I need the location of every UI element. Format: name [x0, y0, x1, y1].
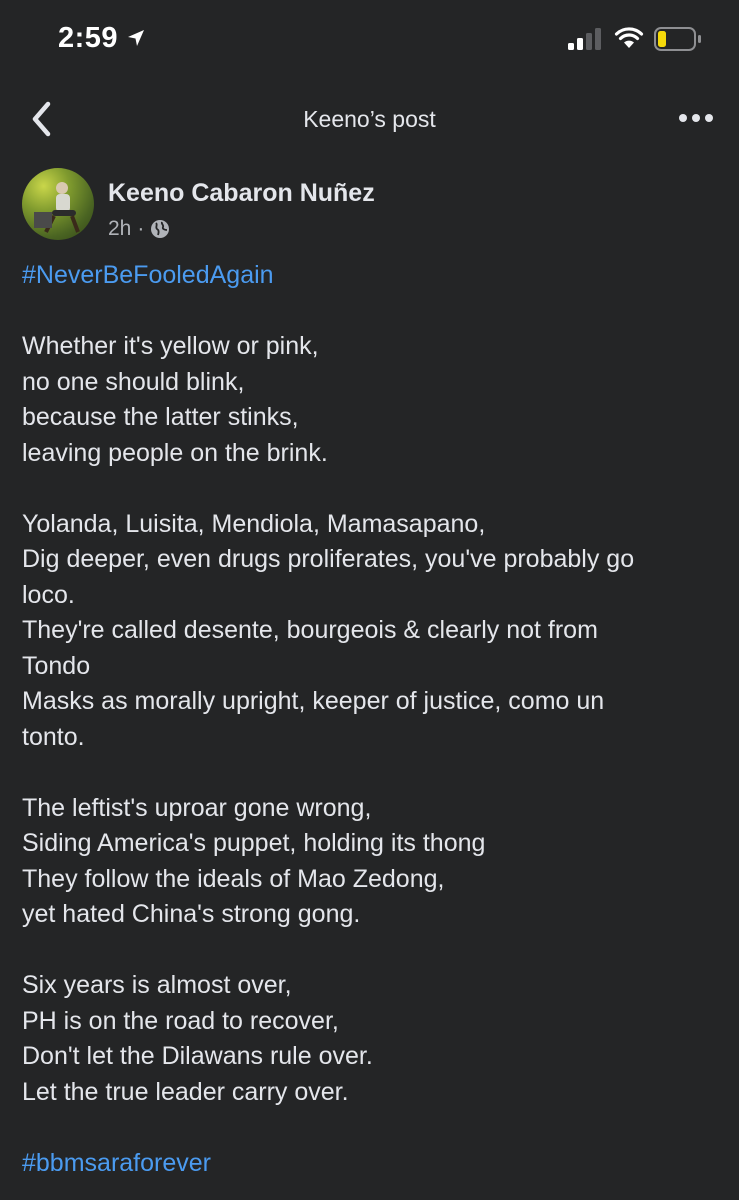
page-title: Keeno’s post — [303, 106, 436, 132]
poem-line: tonto. — [22, 722, 85, 751]
poem-line: Let the true leader carry over. — [22, 1077, 349, 1106]
avatar[interactable] — [22, 168, 94, 240]
poem-line: Tondo — [22, 651, 91, 680]
post-meta: 2h · — [108, 217, 170, 241]
battery-low-icon — [654, 27, 701, 51]
stanza-4: Six years is almost over, PH is on the r… — [22, 968, 722, 1110]
author-name[interactable]: Keeno Cabaron Nuñez — [108, 179, 375, 208]
poem-line: Whether it's yellow or pink, — [22, 332, 319, 360]
poem-line: leaving people on the brink. — [22, 438, 328, 467]
status-time: 2:59 — [58, 22, 119, 54]
cellular-signal-icon — [568, 28, 601, 50]
avatar-image — [34, 182, 80, 233]
nav-bar: Keeno’s post — [0, 90, 739, 148]
meta-separator: · — [137, 217, 145, 240]
post-header: Keeno Cabaron Nuñez 2h · — [22, 168, 722, 244]
poem-line: Six years is almost over, — [22, 971, 292, 999]
location-arrow-icon — [128, 30, 144, 46]
globe-icon — [151, 220, 170, 238]
stanza-gap — [22, 933, 722, 969]
poem-line: PH is on the road to recover, — [22, 1006, 339, 1035]
status-bar: 2:59 — [0, 0, 739, 80]
poem-line: They're called desente, bourgeois & clea… — [22, 616, 598, 644]
wifi-icon — [614, 27, 644, 48]
poem-line: Dig deeper, even drugs proliferates, you… — [22, 545, 635, 573]
stanza-gap — [22, 471, 722, 507]
poem-line: yet hated China's strong gong. — [22, 900, 361, 928]
poem-line: Masks as morally upright, keeper of just… — [22, 687, 605, 715]
post-body: #NeverBeFooledAgain Whether it's yellow … — [22, 258, 722, 1181]
stanza-gap — [22, 294, 722, 330]
poem-line: The leftist's uproar gone wrong, — [22, 793, 372, 822]
hashtag-link[interactable]: #bbmsaraforever — [22, 1146, 722, 1182]
poem-line: no one should blink, — [22, 367, 245, 396]
poem-line: They follow the ideals of Mao Zedong, — [22, 864, 445, 893]
stanza-gap — [22, 755, 722, 791]
stanza-gap — [22, 1110, 722, 1146]
poem-line: Don't let the Dilawans rule over. — [22, 1042, 373, 1070]
more-options-button[interactable] — [676, 106, 716, 130]
post-time[interactable]: 2h — [108, 217, 131, 241]
poem-line: loco. — [22, 580, 75, 609]
poem-line: because the latter stinks, — [22, 403, 299, 431]
stanza-2: Yolanda, Luisita, Mendiola, Mamasapano, … — [22, 507, 722, 756]
hashtag-link[interactable]: #NeverBeFooledAgain — [22, 258, 722, 294]
poem-line: Yolanda, Luisita, Mendiola, Mamasapano, — [22, 509, 486, 538]
stanza-1: Whether it's yellow or pink, no one shou… — [22, 329, 722, 471]
poem-line: Siding America's puppet, holding its tho… — [22, 829, 486, 857]
stanza-3: The leftist's uproar gone wrong, Siding … — [22, 791, 722, 933]
